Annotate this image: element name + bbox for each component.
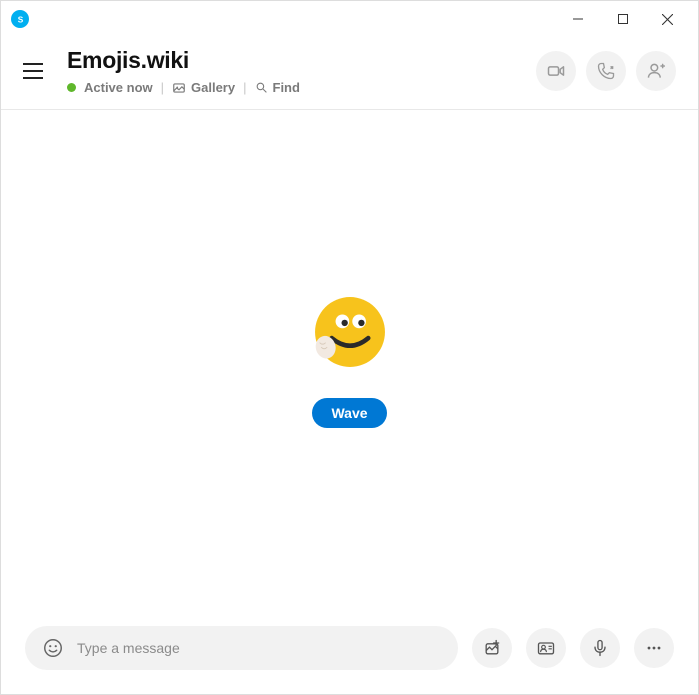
video-icon: [546, 61, 566, 81]
chat-title: Emojis.wiki: [67, 47, 536, 74]
message-input-bar: [1, 612, 698, 694]
find-link[interactable]: Find: [255, 80, 300, 95]
wave-emoji-icon: [312, 294, 388, 370]
search-icon: [255, 81, 268, 94]
divider: |: [161, 80, 164, 95]
gallery-icon: [172, 81, 186, 95]
find-label: Find: [273, 80, 300, 95]
presence-dot-icon: [67, 83, 76, 92]
divider: |: [243, 80, 246, 95]
smiley-icon: [42, 637, 64, 659]
contact-card-icon: [536, 638, 556, 658]
titlebar: S: [1, 1, 698, 37]
status-text: Active now: [84, 80, 153, 95]
voice-message-button[interactable]: [580, 628, 620, 668]
contact-card-button[interactable]: [526, 628, 566, 668]
mic-icon: [590, 638, 610, 658]
add-person-icon: [646, 61, 666, 81]
video-call-button[interactable]: [536, 51, 576, 91]
audio-call-button[interactable]: [586, 51, 626, 91]
conversation-area: Wave: [1, 110, 698, 612]
svg-text:S: S: [17, 15, 23, 24]
message-input[interactable]: [67, 640, 448, 656]
wave-button[interactable]: Wave: [312, 398, 386, 428]
menu-button[interactable]: [23, 59, 47, 83]
add-person-button[interactable]: [636, 51, 676, 91]
maximize-button[interactable]: [600, 4, 645, 34]
skype-logo-icon: S: [11, 10, 29, 28]
attach-file-button[interactable]: [472, 628, 512, 668]
gallery-label: Gallery: [191, 80, 235, 95]
more-options-button[interactable]: [634, 628, 674, 668]
chat-header: Emojis.wiki Active now | Gallery | Find: [1, 37, 698, 110]
emoji-button[interactable]: [39, 634, 67, 662]
more-icon: [644, 638, 664, 658]
attach-icon: [482, 638, 502, 658]
minimize-button[interactable]: [555, 4, 600, 34]
close-button[interactable]: [645, 4, 690, 34]
phone-icon: [596, 61, 616, 81]
gallery-link[interactable]: Gallery: [172, 80, 235, 95]
message-input-container[interactable]: [25, 626, 458, 670]
